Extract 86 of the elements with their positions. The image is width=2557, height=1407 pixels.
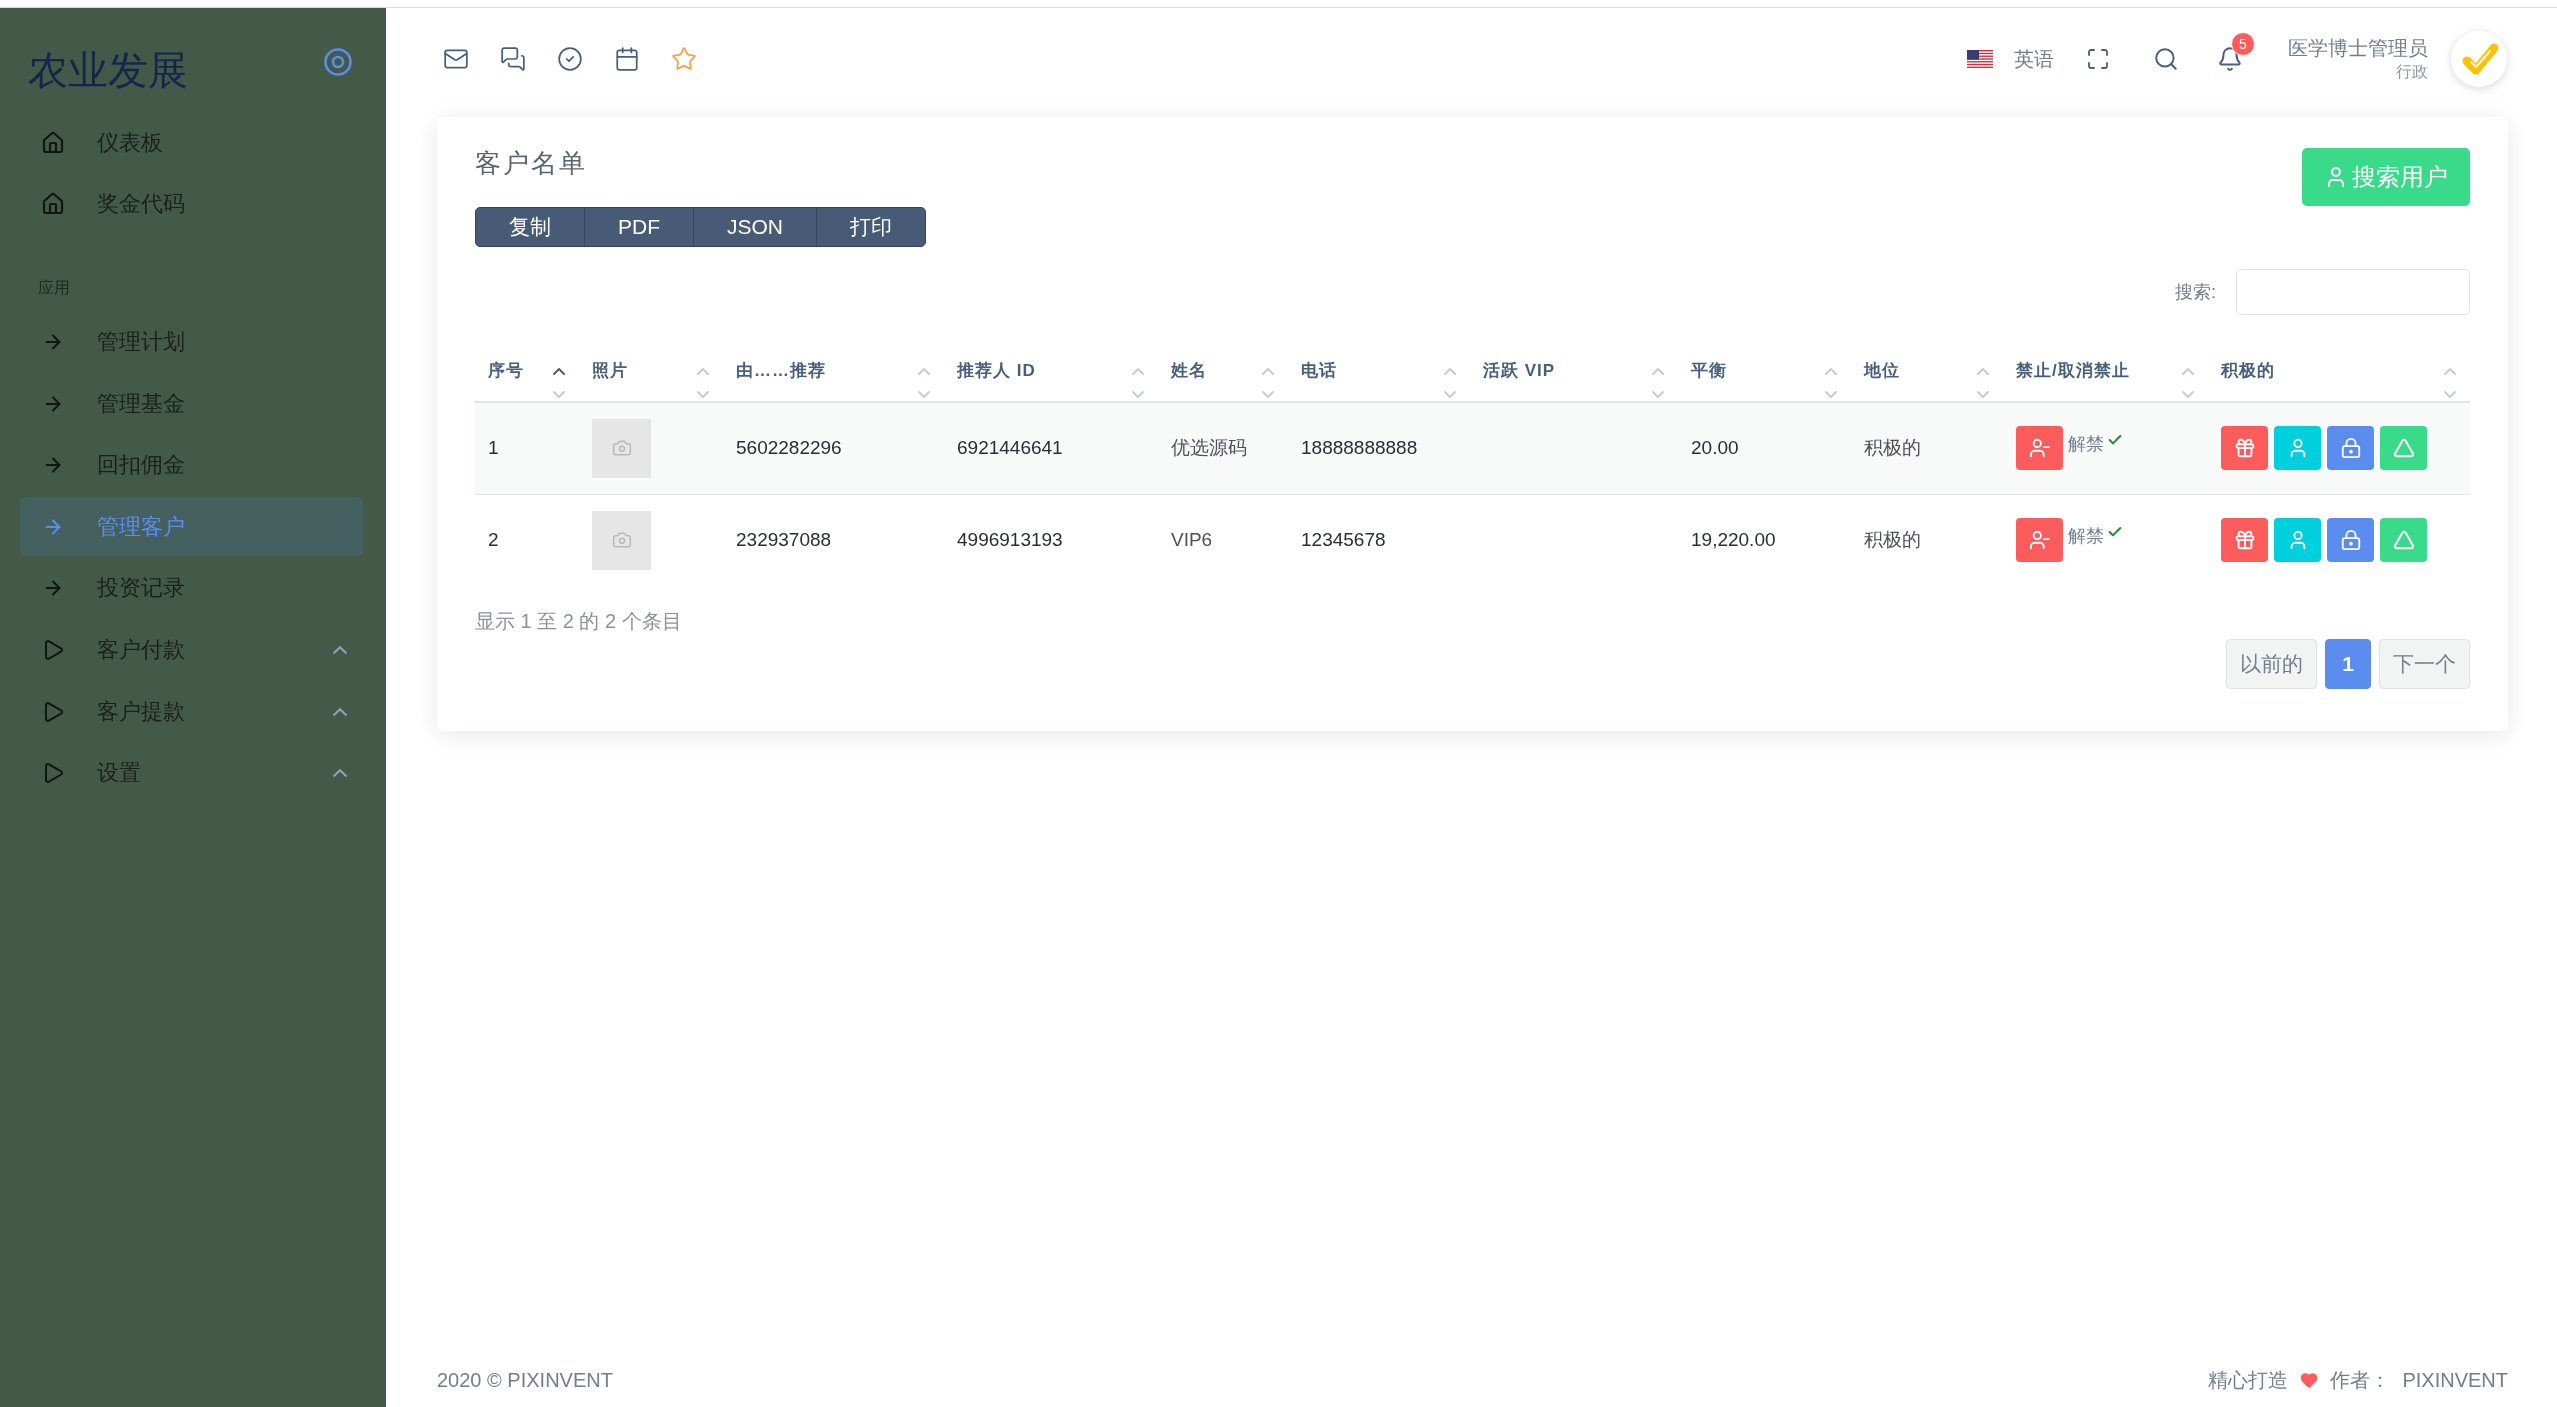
ban-user-button[interactable] — [2016, 518, 2063, 563]
house-icon — [41, 129, 65, 156]
table-cell: 19,220.00 — [1678, 494, 1851, 586]
triangle-icon — [2392, 437, 2415, 460]
triangle-button[interactable] — [2380, 518, 2427, 563]
ban-user-button[interactable] — [2016, 426, 2063, 471]
table-cell: VIP6 — [1158, 494, 1288, 586]
chevron-up-icon — [333, 646, 347, 655]
star-icon[interactable] — [671, 46, 697, 72]
sidebar-item[interactable]: 回扣佣金 — [20, 435, 363, 495]
chat-icon[interactable] — [500, 46, 526, 72]
notification-badge: 5 — [2231, 32, 2255, 56]
unban-label: 解禁 — [2068, 433, 2104, 457]
table-cell: 4996913193 — [944, 494, 1158, 586]
column-header: 地位 — [1864, 360, 1900, 382]
card-title: 客户名单 — [475, 147, 587, 179]
sidebar-item[interactable]: 仪表板 — [20, 113, 363, 172]
user-minus-icon — [2028, 437, 2051, 460]
sidebar-item[interactable]: 管理客户 — [20, 497, 363, 557]
unban-label: 解禁 — [2068, 525, 2104, 549]
table-cell: 12345678 — [1288, 494, 1470, 586]
column-header: 照片 — [592, 360, 628, 382]
search-input[interactable] — [2236, 269, 2470, 315]
table-cell: 1 — [475, 402, 579, 494]
made-with-text: 精心打造 — [2208, 1367, 2289, 1393]
search-user-button[interactable]: 搜索用户 — [2302, 148, 2470, 206]
column-header: 电话 — [1301, 360, 1337, 382]
table-cell: 2 — [475, 494, 579, 586]
target-icon[interactable] — [324, 48, 352, 76]
author-name: PIXINVENT — [2402, 1368, 2508, 1392]
chevron-up-icon — [333, 707, 347, 716]
lock-button[interactable] — [2327, 518, 2374, 563]
column-header: 由……推荐 — [736, 360, 826, 382]
author-label: 作者： — [2330, 1367, 2391, 1393]
user-button[interactable] — [2274, 518, 2321, 563]
sidebar-item[interactable]: 客户付款 — [20, 620, 363, 680]
export-button[interactable]: 复制 — [476, 208, 585, 246]
mail-icon[interactable] — [443, 46, 469, 72]
sidebar-item[interactable]: 设置 — [20, 743, 363, 803]
triangle-icon — [2392, 529, 2415, 552]
user-role: 行政 — [2396, 62, 2428, 82]
lock-icon — [2339, 437, 2362, 460]
triangle-button[interactable] — [2380, 426, 2427, 471]
user-button[interactable] — [2274, 426, 2321, 471]
sidebar-item[interactable]: 管理计划 — [20, 312, 363, 372]
user-minus-icon — [2028, 529, 2051, 552]
table-cell: 232937088 — [723, 494, 944, 586]
calendar-icon[interactable] — [614, 46, 640, 72]
copyright-text: 2020 © PIXINVENT — [437, 1368, 613, 1392]
maximize-icon[interactable] — [2086, 47, 2110, 71]
sidebar-item[interactable]: 客户提款 — [20, 682, 363, 742]
column-header: 平衡 — [1691, 360, 1727, 382]
chevron-up-icon — [333, 769, 347, 778]
table-cell: 20.00 — [1678, 402, 1851, 494]
heart-icon — [2300, 1371, 2319, 1389]
user-name: 医学博士管理员 — [2288, 36, 2428, 61]
table-cell: 6921446641 — [944, 402, 1158, 494]
table-cell: 18888888888 — [1288, 402, 1470, 494]
search-icon[interactable] — [2153, 46, 2179, 72]
column-header: 推荐人 ID — [957, 360, 1036, 382]
sidebar-item[interactable]: 奖金代码 — [20, 174, 363, 234]
language-button[interactable]: 英语 — [1967, 45, 2054, 73]
gift-button[interactable] — [2221, 518, 2268, 563]
column-header: 禁止/取消禁止 — [2016, 360, 2130, 382]
gift-icon — [2233, 437, 2256, 460]
lock-icon — [2339, 529, 2362, 552]
table-cell: 积极的 — [1851, 402, 2003, 494]
sidebar-item[interactable]: 投资记录 — [20, 558, 363, 618]
table-cell: 积极的 — [1851, 494, 2003, 586]
column-header: 活跃 VIP — [1483, 360, 1556, 382]
us-flag-icon — [1967, 50, 1993, 68]
page-button[interactable]: 1 — [2325, 639, 2371, 689]
gift-button[interactable] — [2221, 426, 2268, 471]
column-header: 积极的 — [2221, 360, 2275, 382]
column-header: 序号 — [488, 360, 524, 382]
table-cell: 5602282296 — [723, 402, 944, 494]
gift-icon — [2233, 529, 2256, 552]
table-info: 显示 1 至 2 的 2 个条目 — [475, 609, 682, 634]
next-page-button[interactable]: 下一个 — [2379, 639, 2470, 689]
table-cell: 优选源码 — [1158, 402, 1288, 494]
sidebar-item[interactable]: 管理基金 — [20, 374, 363, 434]
column-header: 姓名 — [1171, 360, 1207, 382]
check-circle-icon[interactable] — [557, 46, 583, 72]
search-label: 搜索: — [2175, 281, 2216, 304]
previous-page-button[interactable]: 以前的 — [2226, 639, 2317, 689]
lock-button[interactable] — [2327, 426, 2374, 471]
